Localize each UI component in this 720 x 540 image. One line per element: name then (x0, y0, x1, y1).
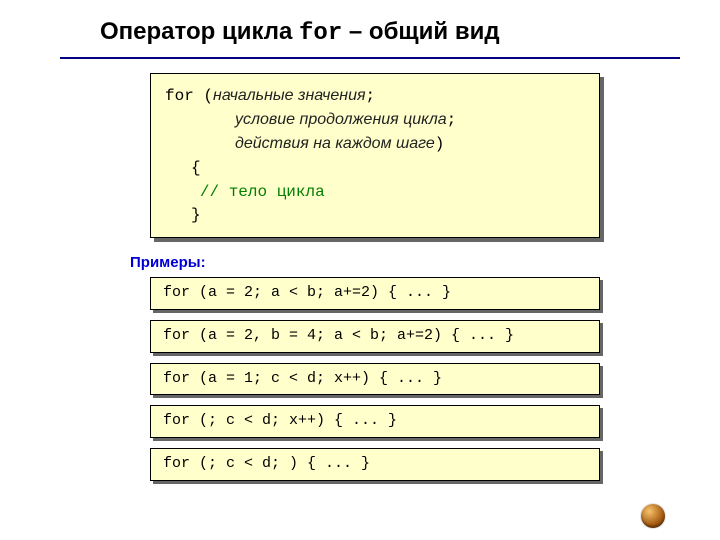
semi-2: ; (447, 111, 457, 129)
title-post: – общий вид (342, 18, 499, 45)
example-5: for (; c < d; ) { ... } (150, 448, 600, 481)
example-4: for (; c < d; x++) { ... } (150, 405, 600, 438)
syntax-close-brace: } (165, 204, 585, 227)
semi-1: ; (366, 87, 376, 105)
syntax-comment-line: // тело цикла (165, 180, 585, 204)
example-3: for (a = 1; c < d; x++) { ... } (150, 363, 600, 396)
close-paren: ) (435, 135, 445, 153)
title-keyword: for (299, 20, 342, 47)
close-brace: } (165, 204, 201, 227)
for-keyword: for (165, 87, 203, 105)
examples-label: Примеры: (130, 254, 720, 271)
decorative-disc-icon (641, 504, 665, 528)
step-desc: действия на каждом шаге (235, 135, 435, 152)
syntax-box: for (начальные значения; условие продолж… (150, 73, 600, 238)
syntax-line-3: действия на каждом шаге) (165, 132, 585, 156)
example-2: for (a = 2, b = 4; a < b; a+=2) { ... } (150, 320, 600, 353)
slide-title: Оператор цикла for – общий вид (0, 0, 720, 53)
syntax-open-brace: { (165, 157, 585, 180)
loop-body-comment: // тело цикла (200, 183, 325, 201)
title-underline (60, 57, 680, 59)
init-desc: начальные значения (213, 87, 366, 104)
syntax-line-1: for (начальные значения; (165, 84, 585, 108)
open-paren: ( (203, 87, 213, 105)
example-1: for (a = 2; a < b; a+=2) { ... } (150, 277, 600, 310)
open-brace: { (165, 157, 201, 180)
title-pre: Оператор цикла (100, 18, 299, 45)
syntax-line-2: условие продолжения цикла; (165, 108, 585, 132)
cond-desc: условие продолжения цикла (235, 111, 447, 128)
